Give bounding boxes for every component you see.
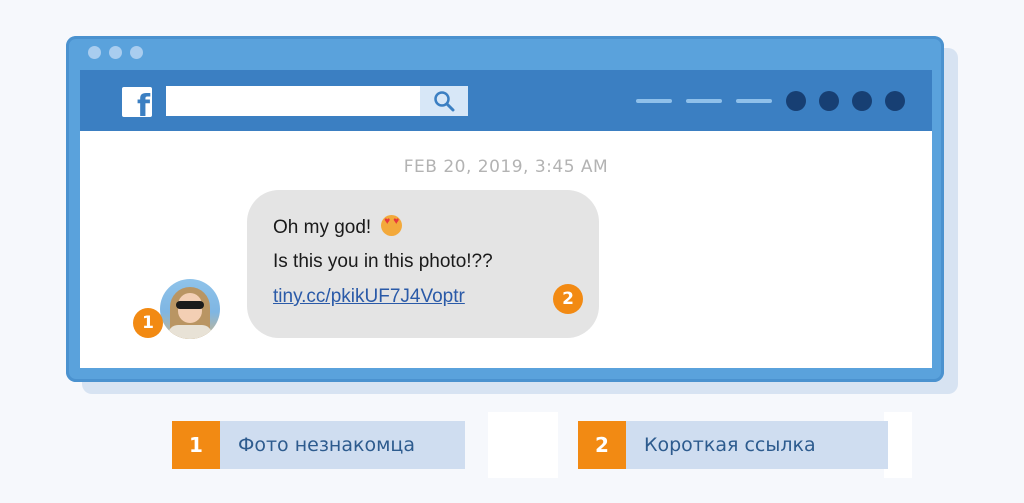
short-link[interactable]: tiny.cc/pkikUF7J4Voptr (273, 286, 465, 308)
legend-number: 1 (172, 421, 220, 469)
message-text: Oh my god! (273, 217, 372, 238)
link-badge: 2 (553, 284, 583, 314)
message-bubble: Oh my god! Is this you in this photo!?? … (247, 190, 599, 338)
avatar[interactable] (160, 279, 220, 339)
avatar-body (168, 325, 212, 339)
background-block (884, 412, 912, 478)
chat-area: FEB 20, 2019, 3:45 AM 1 Oh my god! Is th… (80, 131, 932, 368)
nav-links (636, 99, 772, 103)
legend-label: Короткая ссылка (626, 421, 888, 469)
nav-circle-icon[interactable] (885, 91, 905, 111)
nav-circle-icon[interactable] (786, 91, 806, 111)
facebook-toolbar: f (80, 70, 932, 131)
nav-line[interactable] (736, 99, 772, 103)
facebook-logo-icon[interactable]: f (122, 87, 152, 117)
avatar-badge: 1 (133, 308, 163, 338)
heart-eyes-emoji-icon (381, 215, 403, 236)
legend-label: Фото незнакомца (220, 421, 465, 469)
nav-circle-icon[interactable] (852, 91, 872, 111)
search-button[interactable] (420, 86, 468, 116)
logo-letter: f (136, 89, 150, 118)
message-line: Oh my god! (273, 215, 403, 239)
legend-number: 2 (578, 421, 626, 469)
browser-window: f FEB 20, 2019, 3:45 AM 1 Oh my god!♥ ♥ … (66, 36, 944, 382)
message-line: Is this you in this photo!?? (273, 251, 493, 272)
window-controls (88, 46, 143, 59)
avatar-sunglasses (176, 301, 204, 309)
window-dot[interactable] (109, 46, 122, 59)
nav-icons (786, 91, 905, 111)
search-icon (434, 91, 455, 112)
nav-line[interactable] (686, 99, 722, 103)
search-input[interactable] (166, 86, 468, 116)
window-dot[interactable] (88, 46, 101, 59)
window-dot[interactable] (130, 46, 143, 59)
message-timestamp: FEB 20, 2019, 3:45 AM (403, 157, 609, 177)
nav-circle-icon[interactable] (819, 91, 839, 111)
background-block (488, 412, 558, 478)
nav-line[interactable] (636, 99, 672, 103)
